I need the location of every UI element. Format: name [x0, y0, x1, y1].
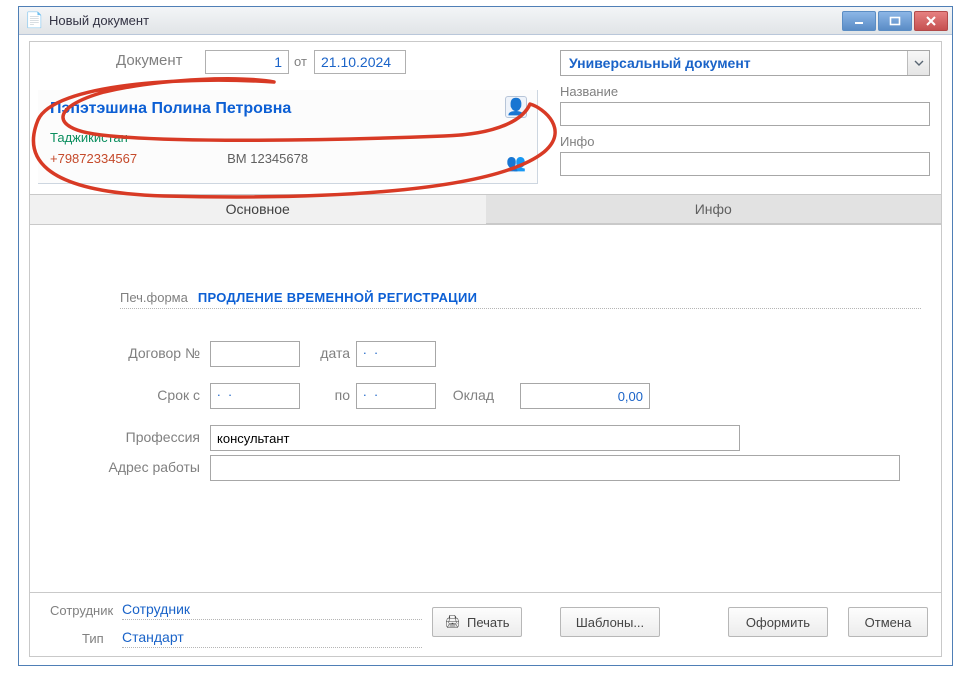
select-person-icon[interactable]: 👤: [505, 96, 527, 118]
type-label: Тип: [82, 631, 104, 646]
tab-info[interactable]: Инфо: [486, 194, 942, 224]
tab-bar: Основное Инфо: [30, 194, 941, 224]
print-button[interactable]: 🖨 Печать: [432, 607, 522, 637]
contract-date-label: дата: [310, 345, 350, 361]
doc-type-value: Универсальный документ: [561, 55, 907, 71]
print-form-value[interactable]: ПРОДЛЕНИЕ ВРЕМЕННОЙ РЕГИСТРАЦИИ: [198, 290, 477, 305]
window-frame: 📄 Новый документ Документ от: [18, 6, 953, 666]
chevron-down-icon[interactable]: [907, 51, 929, 75]
doc-info-input[interactable]: [560, 152, 930, 176]
salary-input[interactable]: [520, 383, 650, 409]
salary-label: Оклад: [446, 387, 494, 403]
doc-number-label: Документ: [116, 52, 183, 69]
doc-name-input[interactable]: [560, 102, 930, 126]
type-value[interactable]: Стандарт: [122, 629, 422, 648]
window-title: Новый документ: [49, 13, 149, 28]
submit-button[interactable]: Оформить: [728, 607, 828, 637]
term-to-input[interactable]: . .: [356, 383, 436, 409]
bottom-bar: Сотрудник Сотрудник Тип Стандарт 🖨 Печат…: [30, 592, 941, 656]
doc-type-combo[interactable]: Универсальный документ: [560, 50, 930, 76]
work-address-input[interactable]: [210, 455, 900, 481]
term-from-label: Срок с: [120, 387, 200, 403]
doc-date-from-label: от: [294, 54, 307, 69]
tab-main-body: Печ.форма ПРОДЛЕНИЕ ВРЕМЕННОЙ РЕГИСТРАЦИ…: [30, 224, 941, 590]
print-form-row: Печ.форма ПРОДЛЕНИЕ ВРЕМЕННОЙ РЕГИСТРАЦИ…: [120, 285, 921, 309]
contract-no-input[interactable]: [210, 341, 300, 367]
printer-icon: 🖨: [444, 614, 461, 630]
contract-date-input[interactable]: . .: [356, 341, 436, 367]
person-country: Таджикистан: [50, 130, 493, 145]
doc-date-input[interactable]: [314, 50, 406, 74]
person-phone: +79872334567: [50, 151, 137, 166]
profession-input[interactable]: [210, 425, 740, 451]
doc-number-input[interactable]: [205, 50, 289, 74]
tab-main[interactable]: Основное: [30, 194, 486, 224]
print-button-label: Печать: [467, 615, 510, 630]
term-from-input[interactable]: . .: [210, 383, 300, 409]
person-card: Пэпэтэшина Полина Петровна Таджикистан +…: [38, 90, 538, 184]
form-panel: Документ от Универсальный документ Назва…: [29, 41, 942, 657]
employee-value[interactable]: Сотрудник: [122, 601, 422, 620]
doc-name-label: Название: [560, 84, 618, 99]
minimize-button[interactable]: [842, 11, 876, 31]
doc-info-label: Инфо: [560, 134, 594, 149]
app-icon: 📄: [25, 12, 43, 30]
title-bar: 📄 Новый документ: [19, 7, 952, 35]
cancel-button[interactable]: Отмена: [848, 607, 928, 637]
person-details-icon[interactable]: 👥: [505, 152, 527, 174]
contract-no-label: Договор №: [120, 345, 200, 361]
close-button[interactable]: [914, 11, 948, 31]
profession-label: Профессия: [90, 429, 200, 445]
templates-button[interactable]: Шаблоны...: [560, 607, 660, 637]
work-address-label: Адрес работы: [70, 459, 200, 475]
person-passport: ВМ 12345678: [227, 151, 308, 166]
print-form-label: Печ.форма: [120, 290, 188, 305]
client-area: Документ от Универсальный документ Назва…: [19, 35, 952, 665]
person-name: Пэпэтэшина Полина Петровна: [50, 100, 493, 118]
maximize-button[interactable]: [878, 11, 912, 31]
employee-label: Сотрудник: [50, 603, 113, 618]
term-to-label: по: [310, 387, 350, 403]
